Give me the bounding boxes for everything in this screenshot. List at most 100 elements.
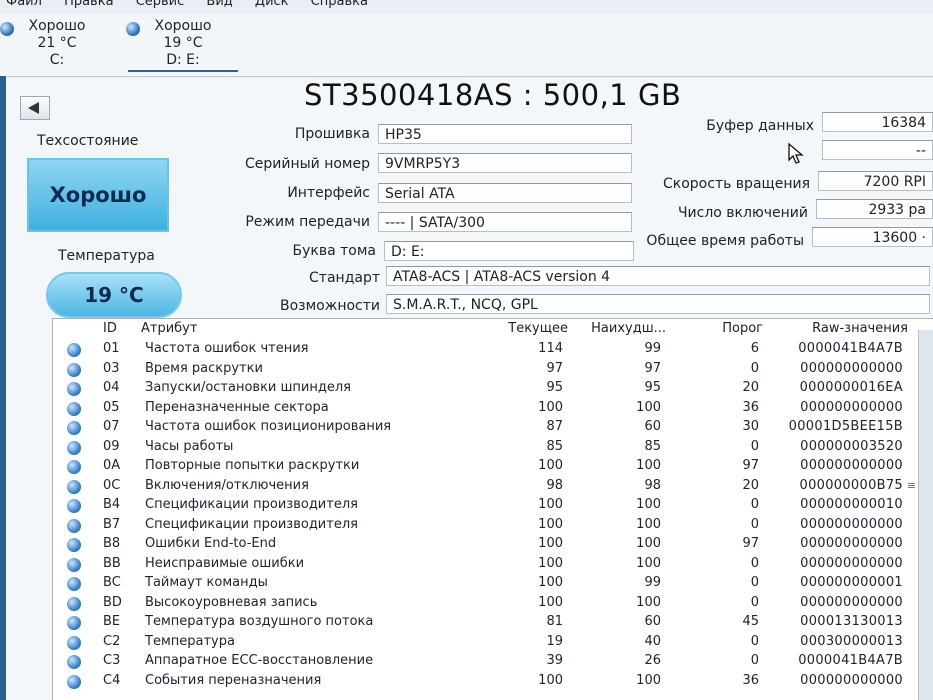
disk-letters: C: <box>49 52 65 68</box>
cell-id: B8 <box>103 536 121 551</box>
cell-threshold: 0 <box>750 497 759 512</box>
cell-attribute: Таймаут команды <box>145 575 268 590</box>
table-row[interactable]: B8 Ошибки End-to-End 100 100 97 000000000000 <box>53 536 933 555</box>
temperature-caption: Температура <box>58 248 155 264</box>
table-row[interactable]: BC Таймаут команды 100 99 0 000000000001 <box>53 575 933 594</box>
cell-raw: 000000000B75 <box>799 477 903 493</box>
table-row[interactable]: BE Температура воздушного потока 81 60 45 000… <box>53 614 933 633</box>
cell-id: 05 <box>103 399 120 415</box>
status-dot-icon <box>67 343 81 357</box>
cell-threshold: 36 <box>742 399 759 415</box>
cell-id: 0A <box>103 458 121 473</box>
cell-current: 100 <box>538 594 563 610</box>
cell-id: 09 <box>103 438 120 454</box>
table-row[interactable]: C2 Температура 19 40 0 000300000013 <box>53 634 933 653</box>
col-header-threshold[interactable]: Порог <box>693 321 763 336</box>
cell-current: 100 <box>538 516 563 532</box>
cell-current: 114 <box>538 341 563 356</box>
cell-raw: 0000041B4A7B <box>798 341 903 356</box>
cell-attribute: Аппаратное ECC-восстановление <box>145 653 374 668</box>
menu-view[interactable]: Вид <box>206 0 232 8</box>
menu-file[interactable]: Файл <box>6 0 42 8</box>
cell-attribute: Температура воздушного потока <box>145 614 374 629</box>
col-header-id[interactable]: ID <box>103 321 117 336</box>
table-row[interactable]: BD Высокоуровневая запись 100 100 0 000000000… <box>53 595 933 614</box>
col-header-worst[interactable]: Наихудш... <box>581 321 666 336</box>
disk-status: Хорошо <box>154 18 212 34</box>
cell-raw: 000000000000 <box>800 555 903 571</box>
table-row[interactable]: B7 Спецификации производителя 100 100 0 00000… <box>53 517 933 536</box>
cell-attribute: Ошибки End-to-End <box>145 536 277 551</box>
cell-worst: 100 <box>636 458 661 473</box>
cell-worst: 100 <box>636 672 661 688</box>
status-dot-icon <box>67 616 81 630</box>
cell-id: 04 <box>103 380 120 395</box>
cell-worst: 100 <box>636 399 661 415</box>
disk-tabs: Хорошо 21 °C C: Хорошо 19 °C D: E: <box>0 14 933 77</box>
table-row[interactable]: C3 Аппаратное ECC-восстановление 39 26 0 0000… <box>53 653 933 672</box>
cell-threshold: 0 <box>750 555 759 571</box>
status-dot-icon <box>0 22 14 36</box>
disk-temp: 21 °C <box>37 35 77 51</box>
table-row[interactable]: C4 События переназначения 100 100 36 00000000… <box>53 673 933 692</box>
cell-worst: 40 <box>644 633 661 649</box>
power-count-label: Число включений <box>677 205 808 221</box>
cell-raw: 0000041B4A7B <box>798 653 903 668</box>
cell-threshold: 0 <box>750 653 759 668</box>
cell-worst: 60 <box>644 614 661 629</box>
column-resize-grip[interactable]: ≡ <box>907 479 916 492</box>
table-row[interactable]: 01 Частота ошибок чтения 114 99 6 0000041B4A7… <box>53 341 933 360</box>
disk-tab-c[interactable]: Хорошо 21 °C C: <box>0 18 112 69</box>
cell-id: C3 <box>103 653 121 668</box>
cell-threshold: 20 <box>742 380 759 395</box>
disk-tab-d[interactable]: Хорошо 19 °C D: E: <box>126 18 238 72</box>
table-row[interactable]: 05 Переназначенные сектора 100 100 36 0000000… <box>53 400 933 419</box>
cell-attribute: Спецификации производителя <box>145 497 358 512</box>
col-header-current[interactable]: Текущее <box>503 321 568 336</box>
menu-help[interactable]: Справка <box>311 0 368 8</box>
table-row[interactable]: 0C Включения/отключения 98 98 20 000000000B75 <box>53 478 933 497</box>
cell-worst: 100 <box>636 497 661 512</box>
cell-raw: 000000000000 <box>800 536 903 551</box>
vertical-scrollbar[interactable] <box>918 330 933 700</box>
volume-letter-label: Буква тома <box>292 243 377 259</box>
cell-threshold: 36 <box>742 672 759 688</box>
table-row[interactable]: 03 Время раскрутки 97 97 0 000000000000 <box>53 361 933 380</box>
health-status-button[interactable]: Хорошо <box>27 158 169 232</box>
cell-raw: 000300000013 <box>800 633 903 649</box>
cell-threshold: 97 <box>742 458 759 473</box>
menu-disk[interactable]: Диск <box>255 0 289 8</box>
status-dot-icon <box>67 655 81 669</box>
menu-edit[interactable]: Правка <box>64 0 113 8</box>
table-row[interactable]: B4 Спецификации производителя 100 100 0 00000… <box>53 497 933 516</box>
cell-id: 07 <box>103 419 120 434</box>
power-count-field: 2933 ра <box>816 199 933 219</box>
table-row[interactable]: 09 Часы работы 85 85 0 000000003520 <box>53 439 933 458</box>
cell-id: 03 <box>103 360 120 376</box>
cell-current: 85 <box>546 438 563 454</box>
table-row[interactable]: 07 Частота ошибок позиционирования 87 60 30 0… <box>53 419 933 438</box>
col-header-raw[interactable]: Raw-значения <box>793 321 908 336</box>
cell-worst: 85 <box>644 438 661 454</box>
status-dot-icon <box>67 362 81 377</box>
buffer-label: Буфер данных <box>706 118 814 134</box>
cell-id: C2 <box>103 633 121 649</box>
menu-service[interactable]: Сервис <box>136 0 185 8</box>
cell-current: 39 <box>546 653 563 668</box>
col-header-attribute[interactable]: Атрибут <box>141 321 197 336</box>
rotation-speed-field: 7200 RPI <box>818 171 933 191</box>
status-dot-icon <box>67 518 81 533</box>
cell-id: B4 <box>103 497 121 512</box>
table-row[interactable]: 04 Запуски/остановки шпинделя 95 95 20 000000… <box>53 380 933 399</box>
smart-attributes-table[interactable]: ID Атрибут Текущее Наихудш... Порог Raw-… <box>52 318 933 700</box>
serial-field: 9VMRP5Y3 <box>378 153 632 173</box>
cell-current: 100 <box>538 536 563 551</box>
status-dot-icon <box>67 401 81 416</box>
table-row[interactable]: BB Неисправимые ошибки 100 100 0 000000000000 <box>53 556 933 575</box>
power-hours-label: Общее время работы <box>646 233 804 249</box>
cell-attribute: Переназначенные сектора <box>145 399 329 415</box>
table-row[interactable]: 0A Повторные попытки раскрутки 100 100 97 000… <box>53 458 933 477</box>
buffer-field: 16384 <box>822 112 933 132</box>
temperature-badge: 19 °C <box>46 272 182 318</box>
previous-disk-button[interactable] <box>20 96 50 120</box>
